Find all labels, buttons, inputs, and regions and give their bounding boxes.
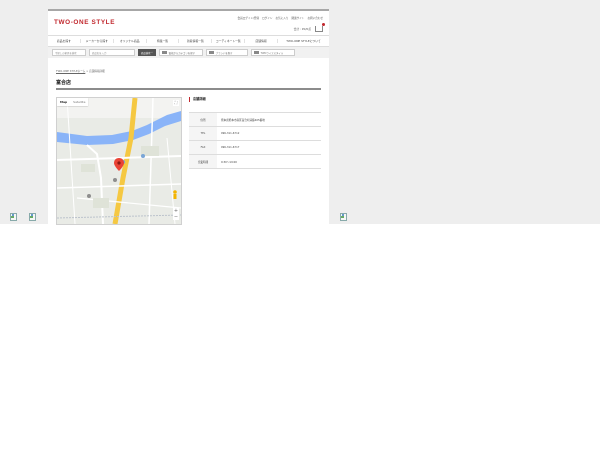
site-logo[interactable]: TWO-ONE STYLE <box>54 19 115 26</box>
tel-label: TEL <box>189 126 217 141</box>
tab-satellite[interactable]: Satellite <box>70 98 88 106</box>
store-info-table: 住所 熊本県熊本市南区富合町清藤405番地 TEL 096-311-6712 F… <box>189 112 321 169</box>
global-nav: 商品を探す メーカーから探す オリジナル商品 特集一覧 新着情報一覧 コーディネ… <box>48 35 329 47</box>
fullscreen-icon[interactable]: ⛶ <box>173 100 179 106</box>
map-type-tabs: Map Satellite <box>57 98 89 106</box>
top-band <box>48 0 329 9</box>
cart-summary[interactable]: 合計 : ¥0/0点 <box>293 23 325 32</box>
tab-map[interactable]: Map <box>57 98 70 106</box>
search-bar: 今探しの家具を検索 商品名を入力 商品検索 ⌕ 価格からカテゴリを探す ブランド… <box>48 47 329 58</box>
brand-icon <box>208 50 214 55</box>
table-row: 営業時間 9:30～19:00 <box>189 154 321 169</box>
page-title: 富合店 <box>56 80 72 86</box>
utility-links: 会員ログイン/登録 ログイン お気に入り 関連サイト お問い合わせ <box>238 16 324 20</box>
broken-image-icon <box>29 213 36 221</box>
brand-select[interactable]: ブランドを探す <box>205 49 248 56</box>
broken-image-icon <box>10 213 17 221</box>
hours-label: 営業時間 <box>189 154 217 169</box>
category-icon <box>161 50 167 55</box>
nav-item-original[interactable]: オリジナル商品 <box>114 39 147 43</box>
title-divider <box>56 88 321 90</box>
nav-item-stores[interactable]: 店舗情報 <box>245 39 279 43</box>
nav-item-news[interactable]: 新着情報一覧 <box>179 39 213 43</box>
lifestyle-select[interactable]: TWOライフスタイル <box>250 49 295 56</box>
address-value: 熊本県熊本市南区富合町清藤405番地 <box>217 112 321 127</box>
nav-item-makers[interactable]: メーカーから探す <box>81 39 114 43</box>
page-background-right <box>329 0 600 224</box>
map-canvas[interactable] <box>57 98 181 224</box>
nav-item-about[interactable]: TWO-ONE STYLEについて <box>278 39 329 43</box>
price-category-label: 価格からカテゴリを探す <box>168 51 195 55</box>
lifestyle-icon <box>253 50 259 55</box>
related-sites-link[interactable]: 関連サイト <box>291 16 304 20</box>
cart-icon[interactable] <box>315 23 325 32</box>
cart-total: 合計 : ¥0/0点 <box>293 27 311 31</box>
search-icon: ⌕ <box>150 51 153 54</box>
breadcrumb-current: 店舗情報詳細 <box>89 70 105 73</box>
contact-link[interactable]: お問い合わせ <box>307 16 323 20</box>
fax-value: 096-311-6717 <box>217 140 321 155</box>
lifestyle-select-label: TWOライフスタイル <box>260 51 284 55</box>
product-name-input[interactable]: 商品名を入力 <box>89 49 135 56</box>
page-background-left <box>0 0 48 224</box>
search-button[interactable]: 商品検索 ⌕ <box>138 49 156 56</box>
fax-label: FAX <box>189 140 217 155</box>
table-row: TEL 096-311-6712 <box>189 126 321 141</box>
nav-item-features[interactable]: 特集一覧 <box>147 39 180 43</box>
nav-item-find-products[interactable]: 商品を探す <box>48 39 81 43</box>
favorites-link[interactable]: お気に入り <box>276 16 289 20</box>
breadcrumb-home[interactable]: TWO-ONE STYLEホーム <box>56 70 85 73</box>
broken-image-icon <box>340 213 347 221</box>
search-button-label: 商品検索 <box>141 51 151 55</box>
login-link[interactable]: ログイン <box>262 16 272 20</box>
page-container: TWO-ONE STYLE 会員ログイン/登録 ログイン お気に入り 関連サイト… <box>48 9 329 225</box>
hours-value: 9:30～19:00 <box>217 154 321 169</box>
tel-value[interactable]: 096-311-6712 <box>217 126 321 141</box>
store-info-heading: 店舗詳細 <box>189 97 206 102</box>
member-register-link[interactable]: 会員ログイン/登録 <box>238 16 260 20</box>
address-label: 住所 <box>189 112 217 127</box>
table-row: FAX 096-311-6717 <box>189 140 321 155</box>
brand-select-label: ブランドを探す <box>215 51 233 55</box>
street-view-pegman-icon[interactable] <box>173 190 177 199</box>
store-map[interactable]: Map Satellite ⛶ + − <box>56 97 182 225</box>
zoom-out-button[interactable]: − <box>173 214 179 220</box>
breadcrumb: TWO-ONE STYLEホーム > 店舗情報詳細 <box>56 69 105 73</box>
nav-item-coordinate[interactable]: コーディネート一覧 <box>212 39 246 43</box>
table-row: 住所 熊本県熊本市南区富合町清藤405番地 <box>189 112 321 127</box>
map-zoom-control: + − <box>173 208 179 220</box>
price-category-select[interactable]: 価格からカテゴリを探す <box>158 49 203 56</box>
keyword-search-input[interactable]: 今探しの家具を検索 <box>52 49 86 56</box>
